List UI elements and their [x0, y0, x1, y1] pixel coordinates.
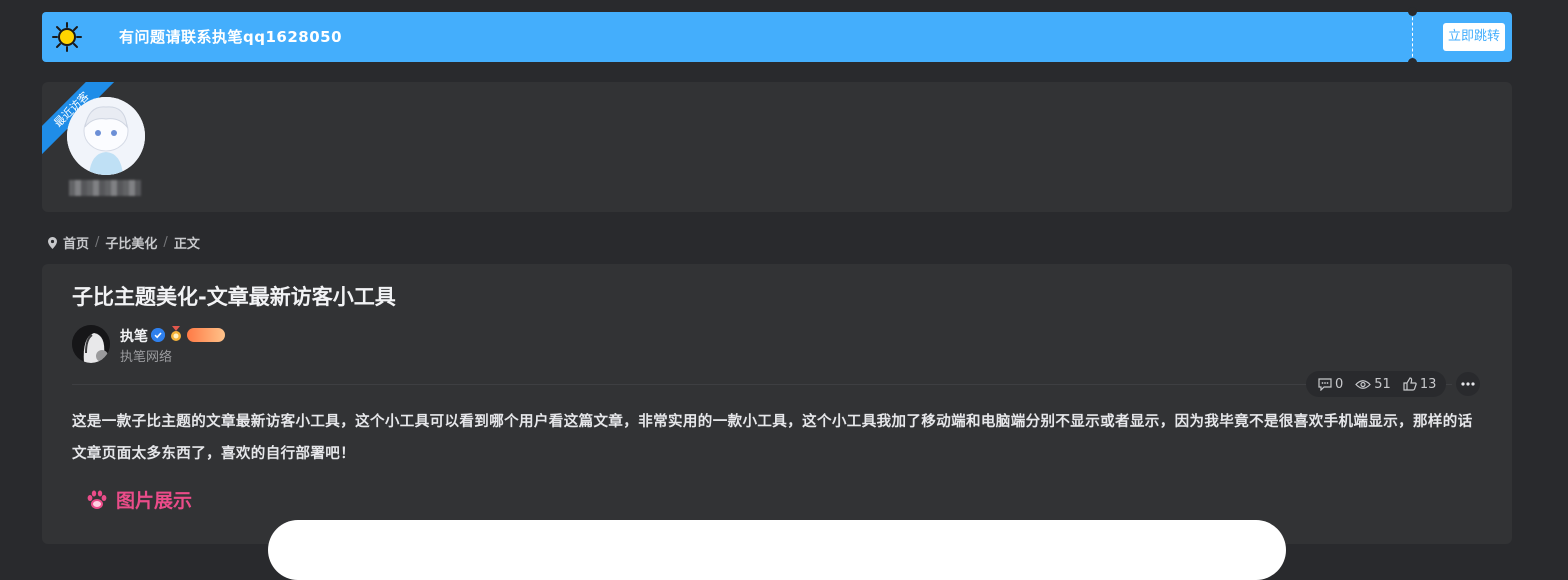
anime-avatar-icon — [67, 97, 145, 175]
breadcrumb-category[interactable]: 子比美化 — [105, 233, 157, 252]
like-count[interactable]: 13 — [1403, 376, 1437, 392]
article-title: 子比主题美化-文章最新访客小工具 — [72, 285, 396, 309]
jump-button[interactable]: 立即跳转 — [1443, 23, 1506, 51]
section-title: 图片展示 — [116, 490, 193, 512]
medal-badge-icon — [171, 326, 181, 341]
view-count: 51 — [1355, 377, 1391, 392]
author-avatar-icon — [72, 325, 110, 363]
article-stats: 0 51 13 — [1306, 371, 1447, 397]
eye-icon — [1355, 379, 1372, 389]
more-dots-icon — [1461, 382, 1475, 386]
visitor-avatar[interactable] — [67, 97, 145, 175]
like-count-value: 13 — [1419, 376, 1437, 392]
view-count-value: 51 — [1374, 376, 1391, 392]
visitor-name-blurred — [69, 180, 141, 196]
breadcrumb-current: 正文 — [173, 237, 200, 252]
banner-divider — [1408, 7, 1417, 67]
more-options-button[interactable] — [1456, 372, 1480, 396]
author-avatar[interactable] — [72, 325, 110, 363]
banner-text: 有问题请联系执笔qq1628050 — [119, 28, 343, 46]
showcase-image — [268, 520, 1286, 580]
thumbs-up-icon — [1403, 377, 1417, 391]
article-body: 这是一款子比主题的文章最新访客小工具，这个小工具可以看到哪个用户看这篇文章，非常… — [72, 414, 1473, 462]
article-card: 子比主题美化-文章最新访客小工具 执笔 执笔网络 0 51 13 这是一款子比主… — [42, 264, 1512, 580]
level-badge-icon — [187, 328, 225, 342]
comment-count[interactable]: 0 — [1318, 377, 1343, 392]
verified-badge-icon — [151, 328, 165, 342]
location-pin-icon — [48, 236, 57, 249]
author-name[interactable]: 执笔 — [120, 326, 148, 346]
breadcrumb: 首页 / 子比美化 / 正文 — [48, 233, 200, 252]
breadcrumb-home[interactable]: 首页 — [63, 233, 89, 252]
paw-icon — [87, 490, 107, 509]
breadcrumb-separator: / — [163, 235, 168, 250]
breadcrumb-separator: / — [95, 235, 100, 250]
meta-divider — [72, 384, 1452, 385]
section-heading: 图片展示 — [86, 486, 192, 513]
notice-banner: 有问题请联系执笔qq1628050 立即跳转 — [42, 7, 1512, 67]
sun-icon — [52, 22, 82, 52]
recent-visitors-card: 最近访客 — [42, 82, 1512, 212]
comment-icon — [1318, 377, 1332, 391]
author-description: 执笔网络 — [120, 350, 173, 365]
comment-count-value: 0 — [1335, 376, 1344, 392]
